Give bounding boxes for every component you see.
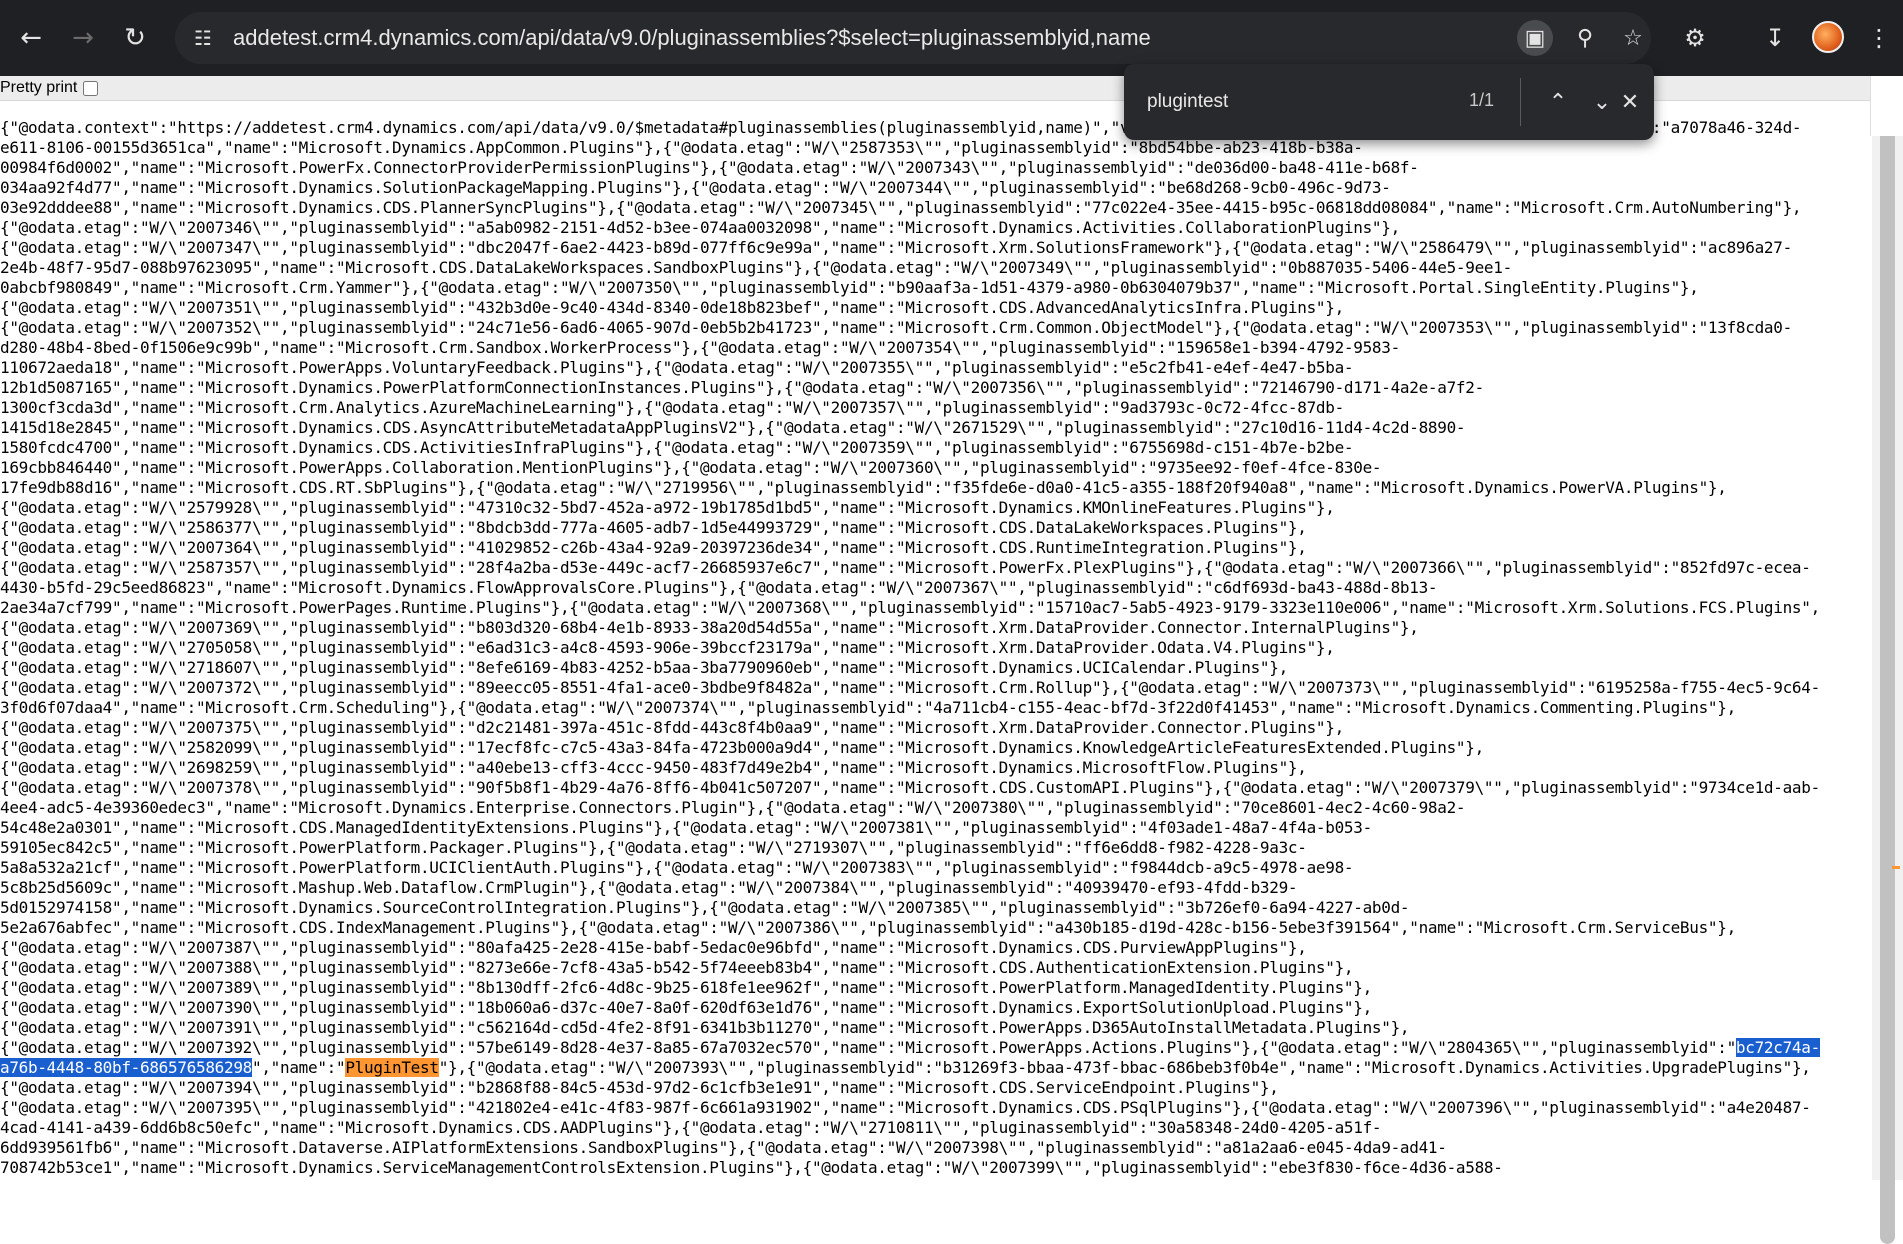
json-line: 5d0152974158","name":"Microsoft.Dynamics… (0, 898, 1410, 917)
lens-icon[interactable]: ▣ (1517, 20, 1553, 56)
json-line: 12b1d5087165","name":"Microsoft.Dynamics… (0, 378, 1484, 397)
json-line: {"@odata.etag":"W/\"2698259\"","pluginas… (0, 758, 1307, 777)
side-panel-edge (1870, 76, 1903, 136)
json-line: {"@odata.etag":"W/\"2007378\"","pluginas… (0, 778, 1820, 797)
json-line: 17fe9db88d16","name":"Microsoft.CDS.RT.S… (0, 478, 1727, 497)
more-menu-icon[interactable]: ⋮ (1861, 17, 1897, 59)
json-line: 034aa92f4d77","name":"Microsoft.Dynamics… (0, 178, 1391, 197)
json-line: 1580fcdc4700","name":"Microsoft.Dynamics… (0, 438, 1354, 457)
json-line: {"@odata.etag":"W/\"2007395\"","pluginas… (0, 1098, 1811, 1117)
json-line: 4ee4-adc5-4e39360edec3","name":"Microsof… (0, 798, 1466, 817)
json-line: {"@odata.etag":"W/\"2007369\"","pluginas… (0, 618, 1419, 637)
json-line: {"@odata.etag":"W/\"2007388\"","pluginas… (0, 958, 1354, 977)
json-line: 1300cf3cda3d","name":"Microsoft.Crm.Anal… (0, 398, 1344, 417)
json-line: {"@odata.etag":"W/\"2007394\"","pluginas… (0, 1078, 1279, 1097)
json-line: 708742b53ce1","name":"Microsoft.Dynamics… (0, 1158, 1503, 1177)
reload-icon[interactable]: ↻ (114, 17, 156, 59)
zoom-icon[interactable]: ⚲ (1567, 20, 1603, 56)
json-line: {"@odata.etag":"W/\"2007347\"","pluginas… (0, 238, 1792, 257)
download-icon[interactable]: ↧ (1754, 17, 1796, 59)
json-line: {"@odata.etag":"W/\"2579928\"","pluginas… (0, 498, 1335, 517)
find-match-scroll-marker (1892, 866, 1900, 869)
json-line: {"@odata.etag":"W/\"2007372\"","pluginas… (0, 678, 1820, 697)
back-arrow-icon[interactable]: ← (10, 17, 52, 59)
json-line: {"@odata.etag":"W/\"2007387\"","pluginas… (0, 938, 1307, 957)
json-line-match-a: {"@odata.etag":"W/\"2007392\"","pluginas… (0, 1038, 1736, 1057)
json-line: {"@odata.etag":"W/\"2586377\"","pluginas… (0, 518, 1307, 537)
json-line: 2e4b-48f7-95d7-088b97623095","name":"Mic… (0, 258, 1512, 277)
url-text[interactable]: addetest.crm4.dynamics.com/api/data/v9.0… (233, 25, 1151, 51)
json-line: 3f0d6f07daa4","name":"Microsoft.Crm.Sche… (0, 698, 1736, 717)
vertical-scrollbar[interactable] (1872, 76, 1903, 1244)
json-line: {"@odata.etag":"W/\"2705058\"","pluginas… (0, 638, 1335, 657)
find-match-count: 1/1 (1468, 90, 1494, 110)
extensions-icon[interactable]: ⚙ (1674, 17, 1716, 59)
json-line: {"@odata.etag":"W/\"2007389\"","pluginas… (0, 978, 1372, 997)
find-previous-icon[interactable]: ⌃ (1540, 84, 1576, 120)
json-text: {"@odata.context":"https://addetest.crm4… (0, 118, 1870, 1178)
pretty-print-label: Pretty print (0, 79, 78, 96)
json-line: {"@odata.etag":"W/\"2718607\"","pluginas… (0, 658, 1288, 677)
find-input[interactable] (1147, 84, 1397, 120)
profile-avatar[interactable] (1812, 21, 1844, 53)
json-line: 6dd939561fb6","name":"Microsoft.Datavers… (0, 1138, 1447, 1157)
find-close-icon[interactable]: ✕ (1612, 84, 1648, 120)
address-bar[interactable]: ☷ addetest.crm4.dynamics.com/api/data/v9… (175, 12, 1651, 64)
json-line: 5e2a676abfec","name":"Microsoft.CDS.Inde… (0, 918, 1736, 937)
json-match-mid: ","name":" (252, 1058, 346, 1077)
json-line: e611-8106-00155d3651ca","name":"Microsof… (0, 138, 1363, 157)
json-line: 4cad-4141-a439-6dd6b8c50efc","name":"Mic… (0, 1118, 1382, 1137)
find-divider (1520, 78, 1521, 126)
json-line: 2ae34a7cf799","name":"Microsoft.PowerPag… (0, 598, 1820, 617)
json-lines-before: {"@odata.context":"https://addetest.crm4… (0, 118, 1820, 1037)
json-line: 54c48e2a0301","name":"Microsoft.CDS.Mana… (0, 818, 1372, 837)
json-lines-after: {"@odata.etag":"W/\"2007394\"","pluginas… (0, 1078, 1811, 1177)
json-line: 59105ec842c5","name":"Microsoft.PowerPla… (0, 838, 1307, 857)
json-line: 110672aeda18","name":"Microsoft.PowerApp… (0, 358, 1354, 377)
site-info-icon[interactable]: ☷ (185, 20, 221, 56)
forward-arrow-icon[interactable]: → (62, 17, 104, 59)
json-line: 4430-b5fd-29c5eed86823","name":"Microsof… (0, 578, 1438, 597)
json-line: 5a8a532a21cf","name":"Microsoft.PowerPla… (0, 858, 1354, 877)
json-line: d280-48b4-8bed-0f1506e9c99b","name":"Mic… (0, 338, 1400, 357)
json-line: {"@odata.etag":"W/\"2587357\"","pluginas… (0, 558, 1811, 577)
json-line: {"@odata.etag":"W/\"2007351\"","pluginas… (0, 298, 1344, 317)
json-line: {"@odata.etag":"W/\"2007391\"","pluginas… (0, 1018, 1410, 1037)
json-line: 169cbb846440","name":"Microsoft.PowerApp… (0, 458, 1382, 477)
json-line: {"@odata.etag":"W/\"2007390\"","pluginas… (0, 998, 1372, 1017)
json-line: {"@odata.etag":"W/\"2007375\"","pluginas… (0, 718, 1344, 737)
pretty-print-checkbox[interactable] (83, 80, 99, 96)
json-line: 1415d18e2845","name":"Microsoft.Dynamics… (0, 418, 1466, 437)
find-match-highlight: PluginTest (345, 1058, 439, 1077)
bookmark-star-icon[interactable]: ☆ (1615, 20, 1651, 56)
find-bar: 1/1 ⌃ ⌄ ✕ (1124, 64, 1654, 140)
selected-text-b: a76b-4448-80bf-686576586298 (0, 1058, 252, 1077)
json-line: 00984f6d0002","name":"Microsoft.PowerFx.… (0, 158, 1419, 177)
json-line: 5c8b25d5609c","name":"Microsoft.Mashup.W… (0, 878, 1298, 897)
json-content: {"@odata.context":"https://addetest.crm4… (0, 118, 1870, 1180)
json-line: {"@odata.etag":"W/\"2007364\"","pluginas… (0, 538, 1307, 557)
json-line: {"@odata.etag":"W/\"2582099\"","pluginas… (0, 738, 1484, 757)
json-line: {"@odata.etag":"W/\"2007346\"","pluginas… (0, 218, 1400, 237)
json-line: {"@odata.etag":"W/\"2007352\"","pluginas… (0, 318, 1792, 337)
scrollbar-thumb[interactable] (1880, 124, 1895, 1244)
json-line: 0abcbf980849","name":"Microsoft.Crm.Yamm… (0, 278, 1699, 297)
selected-text-a: bc72c74a- (1735, 1038, 1820, 1057)
json-match-rest: "},{"@odata.etag":"W/\"2007393\"","plugi… (438, 1058, 1811, 1077)
json-line: 03e92dddee88","name":"Microsoft.Dynamics… (0, 198, 1802, 217)
